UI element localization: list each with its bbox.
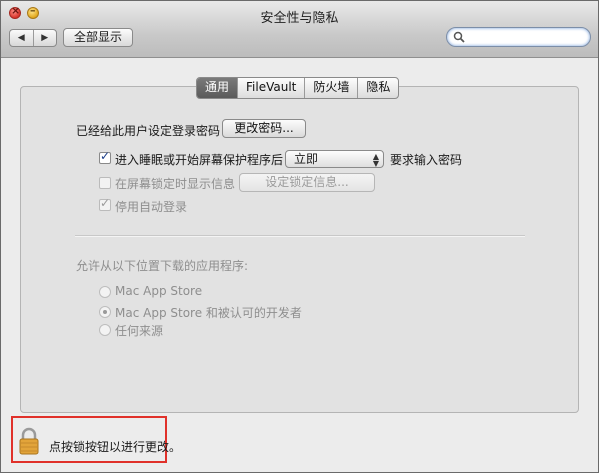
tab-firewall[interactable]: 防火墙 <box>305 78 359 98</box>
radio-anywhere-label: 任何来源 <box>115 324 164 338</box>
title-bar: 安全性与隐私 ◀ ▶ 全部显示 <box>1 1 598 58</box>
security-privacy-window: 安全性与隐私 ◀ ▶ 全部显示 通用 FileVault 防火墙 隐私 已经给此… <box>0 0 599 473</box>
tab-privacy[interactable]: 隐私 <box>358 78 398 98</box>
require-password-suffix: 要求输入密码 <box>390 153 463 167</box>
disable-autologin-checkbox[interactable] <box>99 196 111 211</box>
require-password-checkbox[interactable] <box>99 149 111 164</box>
tab-filevault[interactable]: FileVault <box>238 78 306 98</box>
select-arrows-icon: ▲ ▼ <box>372 152 379 168</box>
section-divider <box>75 235 525 237</box>
radio-identified-developers[interactable] <box>99 306 111 318</box>
disable-autologin-label: 停用自动登录 <box>115 200 188 214</box>
search-field[interactable] <box>446 27 591 47</box>
show-message-label: 在屏幕锁定时显示信息 <box>115 177 236 191</box>
tab-bar: 通用 FileVault 防火墙 隐私 <box>196 77 400 99</box>
radio-anywhere[interactable] <box>99 324 111 336</box>
lock-icon[interactable] <box>18 427 40 455</box>
download-heading: 允许从以下位置下载的应用程序: <box>76 259 249 273</box>
radio-identified-developers-label: Mac App Store 和被认可的开发者 <box>115 306 302 320</box>
search-icon <box>453 31 465 43</box>
lock-hint-text: 点按锁按钮以进行更改。 <box>49 440 182 454</box>
radio-mac-app-store[interactable] <box>99 286 111 298</box>
set-lock-message-button[interactable]: 设定锁定信息... <box>239 173 375 192</box>
back-button[interactable]: ◀ <box>10 30 34 46</box>
window-title: 安全性与隐私 <box>260 11 339 26</box>
radio-mac-app-store-label: Mac App Store <box>115 284 203 298</box>
password-set-label: 已经给此用户设定登录密码 <box>76 124 221 138</box>
forward-button[interactable]: ▶ <box>34 30 57 46</box>
show-all-button[interactable]: 全部显示 <box>63 28 133 47</box>
show-message-checkbox[interactable] <box>99 177 111 189</box>
change-password-button[interactable]: 更改密码... <box>222 119 306 138</box>
require-password-delay-select[interactable]: 立即 ▲ ▼ <box>285 150 384 168</box>
tab-general[interactable]: 通用 <box>197 78 239 98</box>
back-forward-control: ◀ ▶ <box>9 29 57 47</box>
select-value: 立即 <box>294 152 319 166</box>
require-password-label: 进入睡眠或开始屏幕保护程序后 <box>115 153 284 167</box>
